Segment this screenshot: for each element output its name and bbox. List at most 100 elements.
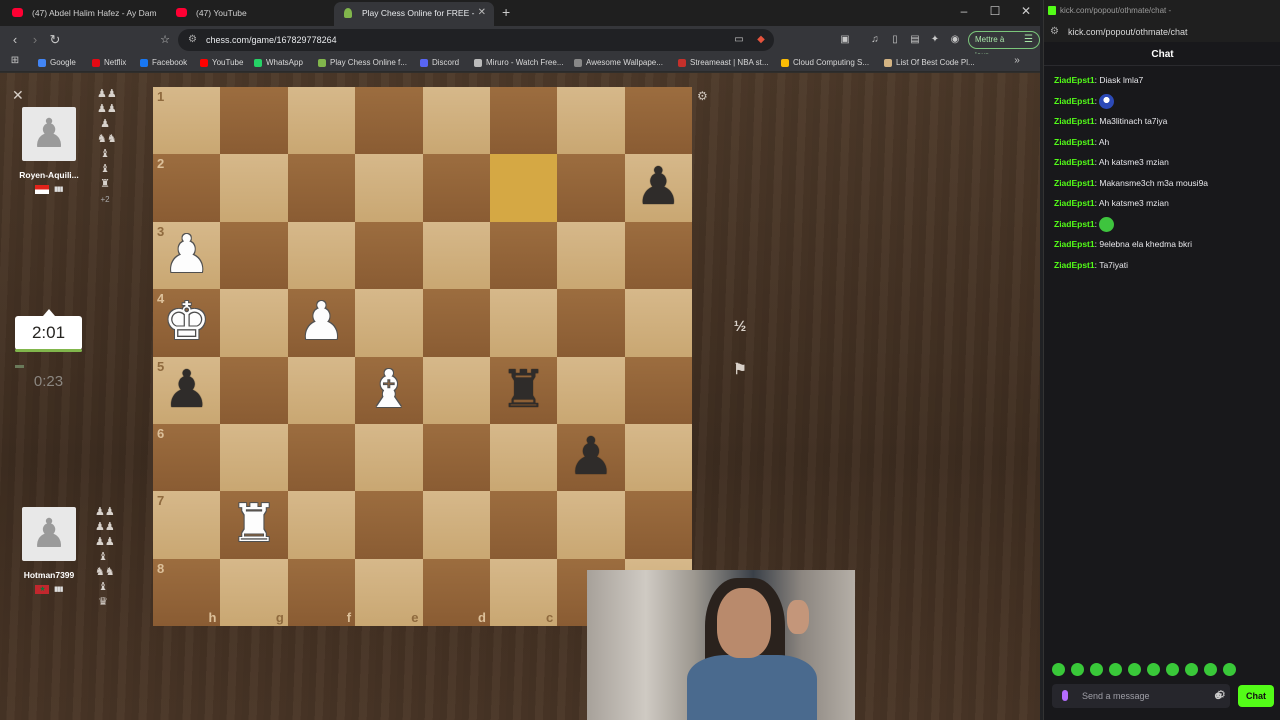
board-square[interactable]: [287, 154, 356, 222]
apps-grid-icon[interactable]: ⊞: [6, 52, 24, 70]
close-window-icon[interactable]: ✕: [1016, 4, 1036, 18]
board-square[interactable]: [220, 423, 288, 492]
white-chess-piece[interactable]: ♟: [288, 289, 355, 356]
emote-icon[interactable]: [1147, 663, 1160, 677]
emote-icon[interactable]: [1109, 663, 1122, 677]
mic-icon[interactable]: [1062, 690, 1068, 701]
bookmark-item[interactable]: List Of Best Code Pl...: [884, 56, 975, 70]
board-square[interactable]: 8h: [153, 558, 221, 627]
reload-icon[interactable]: ↻: [46, 31, 64, 49]
black-chess-piece[interactable]: ♟: [153, 357, 220, 424]
board-square[interactable]: [355, 221, 423, 290]
chat-send-button[interactable]: Chat: [1238, 685, 1274, 707]
extensions-icon[interactable]: ✦: [926, 31, 944, 49]
board-square[interactable]: [557, 221, 625, 290]
screenshot-icon[interactable]: ▣: [836, 31, 854, 49]
chat-username[interactable]: ZiadEpst1: [1054, 75, 1095, 85]
resign-flag-button[interactable]: ⚑: [723, 355, 757, 385]
board-square[interactable]: [422, 423, 490, 492]
board-square[interactable]: 7: [153, 491, 221, 559]
bookmark-item[interactable]: YouTube: [200, 56, 243, 70]
back-icon[interactable]: ‹: [6, 31, 24, 49]
board-square[interactable]: [557, 289, 625, 357]
close-tab-icon[interactable]: ✕: [478, 2, 486, 24]
board-square[interactable]: [422, 491, 490, 559]
address-bar[interactable]: ⚙ chess.com/game/167829778264: [178, 29, 774, 51]
board-square[interactable]: [557, 356, 625, 424]
chat-username[interactable]: ZiadEpst1: [1054, 178, 1095, 188]
music-icon[interactable]: ♫: [866, 31, 884, 49]
chat-settings-gear-icon[interactable]: ⚙: [1216, 688, 1226, 701]
forward-icon[interactable]: ›: [26, 31, 44, 49]
bookmark-item[interactable]: Netflix: [92, 56, 126, 70]
bookmark-star-icon[interactable]: ☆: [156, 31, 174, 49]
emote-icon[interactable]: [1052, 663, 1065, 677]
emote-icon[interactable]: [1166, 663, 1179, 677]
bookmark-item[interactable]: Streameast | NBA st...: [678, 56, 769, 70]
cast-icon[interactable]: ▭: [730, 31, 748, 49]
bookmark-item[interactable]: Awesome Wallpape...: [574, 56, 663, 70]
minimize-icon[interactable]: –: [954, 4, 974, 18]
emote-icon[interactable]: [1204, 663, 1217, 677]
bookmark-item[interactable]: Facebook: [140, 56, 187, 70]
board-square[interactable]: [220, 221, 288, 290]
board-square[interactable]: [624, 356, 693, 424]
tab-chess[interactable]: Play Chess Online for FREE - ✕: [334, 2, 494, 26]
new-tab-button[interactable]: +: [502, 4, 510, 20]
board-square[interactable]: d: [422, 558, 490, 627]
emote-icon[interactable]: [1090, 663, 1103, 677]
black-chess-piece[interactable]: ♜: [490, 357, 557, 424]
board-square[interactable]: [220, 87, 288, 155]
board-square[interactable]: [489, 289, 558, 357]
white-chess-piece[interactable]: ♚: [153, 289, 220, 356]
board-square[interactable]: [422, 289, 490, 357]
board-square[interactable]: [355, 87, 423, 155]
chat-username[interactable]: ZiadEpst1: [1054, 219, 1095, 229]
chat-username[interactable]: ZiadEpst1: [1054, 137, 1095, 147]
emote-icon[interactable]: [1223, 663, 1236, 677]
board-square[interactable]: [489, 221, 558, 290]
tab-youtube[interactable]: (47) YouTube: [168, 2, 328, 26]
board-square[interactable]: [355, 154, 423, 222]
white-chess-piece[interactable]: ♟: [153, 222, 220, 289]
tab-youtube-song[interactable]: (47) Abdel Halim Hafez - Ay Dam: [4, 2, 164, 26]
sidebar-icon[interactable]: ▯: [886, 31, 904, 49]
board-square[interactable]: c: [489, 558, 558, 627]
board-square[interactable]: [624, 289, 693, 357]
bookmark-item[interactable]: WhatsApp: [254, 56, 303, 70]
board-square[interactable]: [422, 87, 490, 155]
site-settings-icon[interactable]: ⚙: [1050, 22, 1059, 42]
board-square[interactable]: [220, 289, 288, 357]
white-chess-piece[interactable]: ♜: [220, 491, 287, 558]
top-player-name[interactable]: Royen-Aquili...: [14, 170, 84, 180]
avatar[interactable]: ♟: [22, 507, 76, 561]
bookmark-item[interactable]: Miruro - Watch Free...: [474, 56, 564, 70]
chat-address-bar[interactable]: ⚙ kick.com/popout/othmate/chat: [1044, 22, 1280, 42]
vpn-icon[interactable]: ◉: [946, 31, 964, 49]
board-square[interactable]: 2: [153, 154, 221, 222]
chat-username[interactable]: ZiadEpst1: [1054, 116, 1095, 126]
board-settings-gear-icon[interactable]: ⚙: [697, 89, 708, 103]
avatar[interactable]: ♟: [22, 107, 76, 161]
board-square[interactable]: [422, 221, 490, 290]
bookmark-item[interactable]: Google: [38, 56, 76, 70]
board-square[interactable]: [355, 491, 423, 559]
chat-username[interactable]: ZiadEpst1: [1054, 157, 1095, 167]
board-square[interactable]: [489, 491, 558, 559]
board-square[interactable]: 6: [153, 423, 221, 492]
chat-username[interactable]: ZiadEpst1: [1054, 260, 1095, 270]
board-square[interactable]: [624, 87, 693, 155]
board-square[interactable]: [287, 356, 356, 424]
board-square[interactable]: [220, 356, 288, 424]
brave-shield-icon[interactable]: ◆: [752, 31, 770, 49]
board-square[interactable]: [557, 491, 625, 559]
emote-icon[interactable]: [1185, 663, 1198, 677]
board-square[interactable]: [422, 154, 490, 222]
close-icon[interactable]: ✕: [12, 87, 24, 104]
emote-icon[interactable]: [1128, 663, 1141, 677]
board-square[interactable]: [287, 491, 356, 559]
board-square[interactable]: [489, 154, 558, 222]
draw-offer-button[interactable]: ½: [723, 312, 757, 342]
board-square[interactable]: [489, 423, 558, 492]
board-square[interactable]: g: [220, 558, 288, 627]
